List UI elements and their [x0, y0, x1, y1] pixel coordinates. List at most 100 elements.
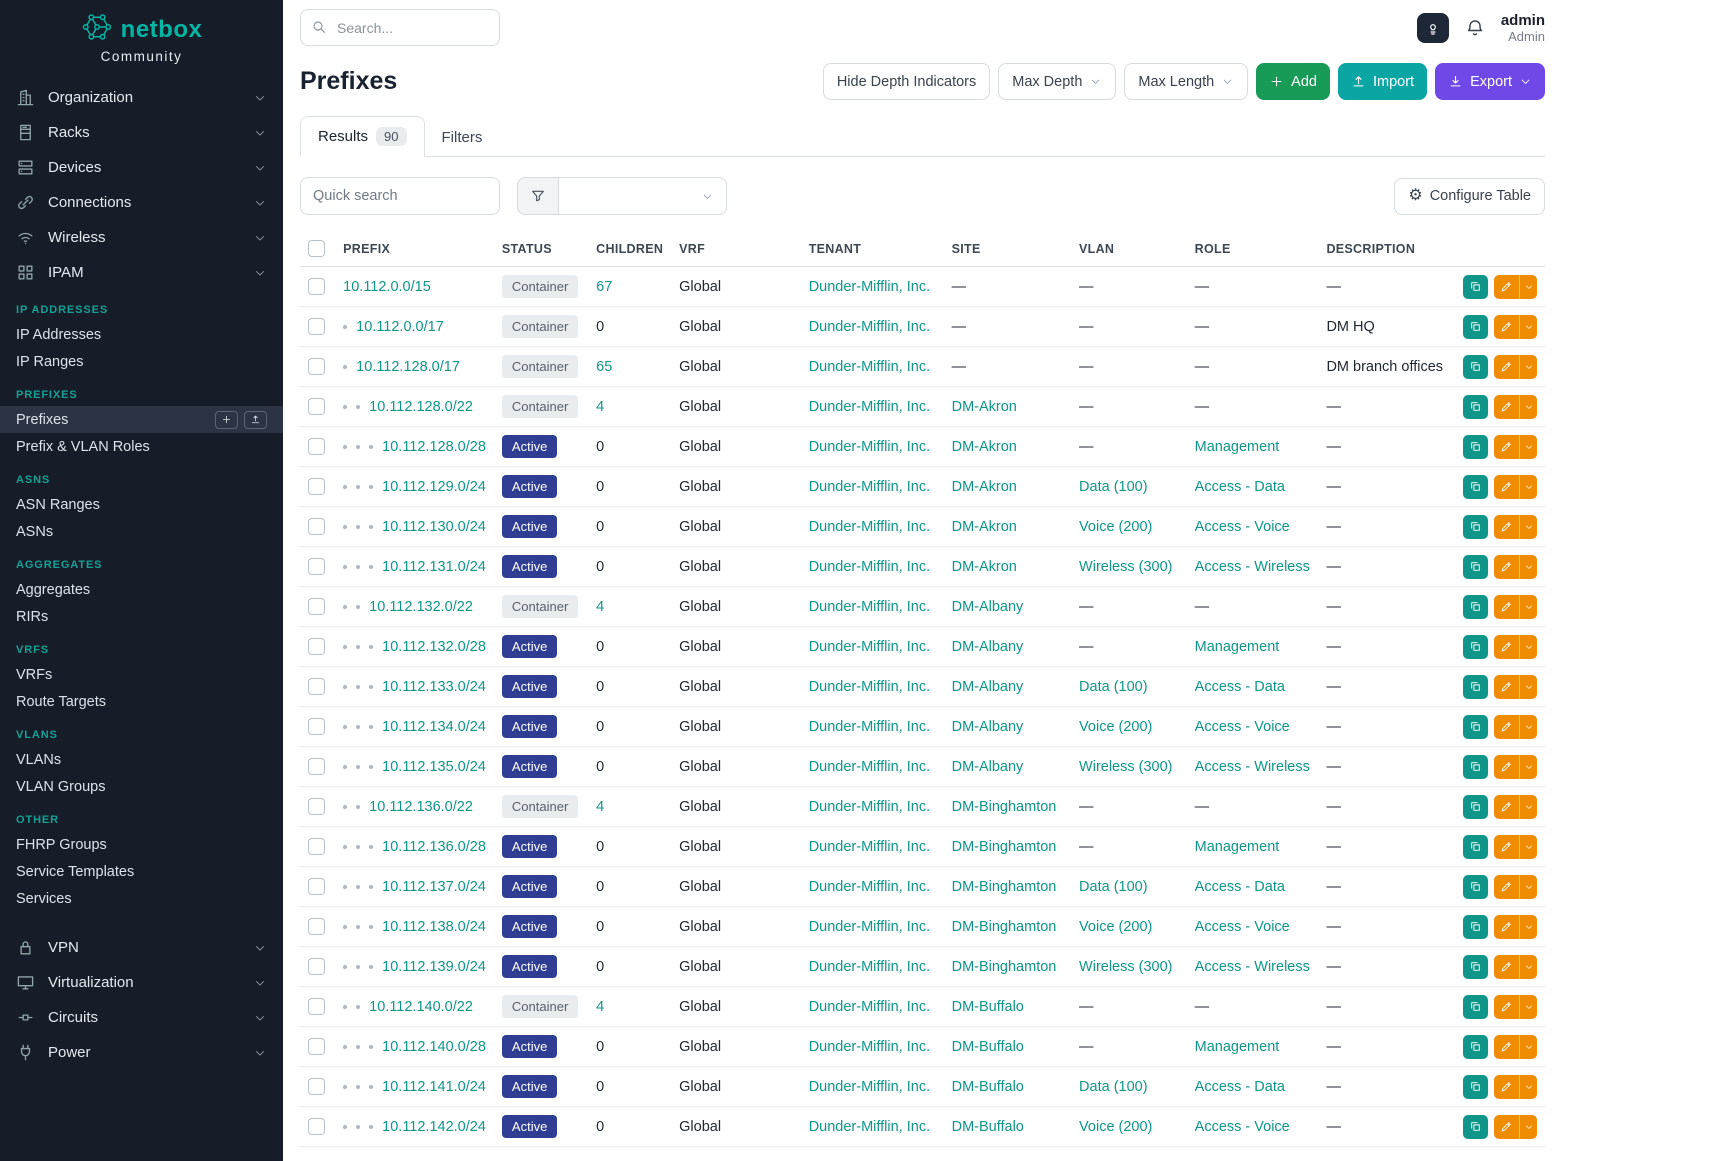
vlan-link[interactable]: Voice (200) [1079, 719, 1152, 735]
edit-button[interactable] [1494, 675, 1520, 699]
row-checkbox[interactable] [308, 318, 325, 335]
prefix-link[interactable]: 10.112.128.0/22 [369, 399, 473, 415]
prefix-link[interactable]: 10.112.141.0/24 [382, 1079, 486, 1095]
sidebar-item-service-templates[interactable]: Service Templates [0, 858, 283, 885]
copy-button[interactable] [1463, 315, 1488, 339]
edit-button[interactable] [1494, 1035, 1520, 1059]
theme-toggle-button[interactable] [1417, 13, 1449, 43]
site-link[interactable]: DM-Binghamton [952, 799, 1057, 815]
row-checkbox[interactable] [308, 398, 325, 415]
edit-button[interactable] [1494, 715, 1520, 739]
role-link[interactable]: Access - Data [1195, 479, 1285, 495]
tenant-link[interactable]: Dunder-Mifflin, Inc. [809, 1079, 930, 1095]
vlan-link[interactable]: Voice (200) [1079, 1119, 1152, 1135]
edit-button[interactable] [1494, 1075, 1520, 1099]
prefix-link[interactable]: 10.112.136.0/22 [369, 799, 473, 815]
sidebar-item-asns[interactable]: ASNs [0, 518, 283, 545]
tenant-link[interactable]: Dunder-Mifflin, Inc. [809, 439, 930, 455]
prefix-link[interactable]: 10.112.128.0/17 [356, 359, 460, 375]
edit-dropdown-toggle[interactable] [1520, 1115, 1537, 1139]
select-all-checkbox[interactable] [308, 240, 325, 257]
row-checkbox[interactable] [308, 558, 325, 575]
copy-button[interactable] [1463, 1035, 1488, 1059]
prefix-link[interactable]: 10.112.136.0/28 [382, 839, 486, 855]
edit-button[interactable] [1494, 555, 1520, 579]
sidebar-add-prefix-button[interactable] [215, 411, 238, 429]
site-link[interactable]: DM-Albany [952, 759, 1024, 775]
site-link[interactable]: DM-Albany [952, 679, 1024, 695]
sidebar-item-vpn[interactable]: VPN [0, 930, 283, 965]
sidebar-item-vrfs[interactable]: VRFs [0, 661, 283, 688]
prefix-link[interactable]: 10.112.0.0/17 [356, 319, 444, 335]
export-button[interactable]: Export [1435, 63, 1545, 100]
sidebar-item-circuits[interactable]: Circuits [0, 1000, 283, 1035]
tenant-link[interactable]: Dunder-Mifflin, Inc. [809, 599, 930, 615]
role-link[interactable]: Management [1195, 1039, 1280, 1055]
sidebar-item-prefix-vlan-roles[interactable]: Prefix & VLAN Roles [0, 433, 283, 460]
prefix-link[interactable]: 10.112.131.0/24 [382, 559, 486, 575]
edit-button[interactable] [1494, 755, 1520, 779]
prefix-link[interactable]: 10.112.135.0/24 [382, 759, 486, 775]
site-link[interactable]: DM-Akron [952, 399, 1017, 415]
edit-button[interactable] [1494, 435, 1520, 459]
row-checkbox[interactable] [308, 678, 325, 695]
row-checkbox[interactable] [308, 718, 325, 735]
site-link[interactable]: DM-Buffalo [952, 1079, 1024, 1095]
tenant-link[interactable]: Dunder-Mifflin, Inc. [809, 959, 930, 975]
edit-dropdown-toggle[interactable] [1520, 955, 1537, 979]
sidebar-item-virtualization[interactable]: Virtualization [0, 965, 283, 1000]
sidebar-item-vlan-groups[interactable]: VLAN Groups [0, 773, 283, 800]
vlan-link[interactable]: Voice (200) [1079, 919, 1152, 935]
prefix-link[interactable]: 10.112.138.0/24 [382, 919, 486, 935]
row-checkbox[interactable] [308, 958, 325, 975]
site-link[interactable]: DM-Akron [952, 479, 1017, 495]
edit-button[interactable] [1494, 395, 1520, 419]
filter-button[interactable] [517, 177, 559, 215]
vlan-link[interactable]: Voice (200) [1079, 519, 1152, 535]
edit-dropdown-toggle[interactable] [1520, 515, 1537, 539]
row-checkbox[interactable] [308, 518, 325, 535]
edit-dropdown-toggle[interactable] [1520, 875, 1537, 899]
copy-button[interactable] [1463, 715, 1488, 739]
vlan-link[interactable]: Data (100) [1079, 879, 1148, 895]
copy-button[interactable] [1463, 555, 1488, 579]
user-menu[interactable]: admin Admin [1501, 12, 1545, 44]
edit-dropdown-toggle[interactable] [1520, 315, 1537, 339]
role-link[interactable]: Access - Wireless [1195, 759, 1310, 775]
tenant-link[interactable]: Dunder-Mifflin, Inc. [809, 1119, 930, 1135]
tenant-link[interactable]: Dunder-Mifflin, Inc. [809, 999, 930, 1015]
tenant-link[interactable]: Dunder-Mifflin, Inc. [809, 359, 930, 375]
row-checkbox[interactable] [308, 1118, 325, 1135]
column-header-vrf[interactable]: VRF [671, 231, 801, 267]
column-header-role[interactable]: ROLE [1187, 231, 1319, 267]
edit-dropdown-toggle[interactable] [1520, 635, 1537, 659]
hide-depth-indicators-button[interactable]: Hide Depth Indicators [823, 63, 990, 100]
copy-button[interactable] [1463, 1075, 1488, 1099]
vlan-link[interactable]: Data (100) [1079, 1079, 1148, 1095]
role-link[interactable]: Access - Voice [1195, 519, 1290, 535]
site-link[interactable]: DM-Binghamton [952, 959, 1057, 975]
edit-dropdown-toggle[interactable] [1520, 915, 1537, 939]
sidebar-item-asn-ranges[interactable]: ASN Ranges [0, 491, 283, 518]
sidebar-item-services[interactable]: Services [0, 885, 283, 912]
copy-button[interactable] [1463, 395, 1488, 419]
tenant-link[interactable]: Dunder-Mifflin, Inc. [809, 559, 930, 575]
site-link[interactable]: DM-Akron [952, 439, 1017, 455]
site-link[interactable]: DM-Akron [952, 519, 1017, 535]
sidebar-item-rirs[interactable]: RIRs [0, 603, 283, 630]
tenant-link[interactable]: Dunder-Mifflin, Inc. [809, 719, 930, 735]
role-link[interactable]: Management [1195, 439, 1280, 455]
tenant-link[interactable]: Dunder-Mifflin, Inc. [809, 839, 930, 855]
edit-dropdown-toggle[interactable] [1520, 475, 1537, 499]
tenant-link[interactable]: Dunder-Mifflin, Inc. [809, 519, 930, 535]
tenant-link[interactable]: Dunder-Mifflin, Inc. [809, 1039, 930, 1055]
edit-dropdown-toggle[interactable] [1520, 995, 1537, 1019]
column-header-description[interactable]: DESCRIPTION [1318, 231, 1455, 267]
column-header-tenant[interactable]: TENANT [801, 231, 944, 267]
edit-dropdown-toggle[interactable] [1520, 675, 1537, 699]
edit-button[interactable] [1494, 275, 1520, 299]
row-checkbox[interactable] [308, 878, 325, 895]
tenant-link[interactable]: Dunder-Mifflin, Inc. [809, 879, 930, 895]
copy-button[interactable] [1463, 835, 1488, 859]
sidebar-item-vlans[interactable]: VLANs [0, 746, 283, 773]
